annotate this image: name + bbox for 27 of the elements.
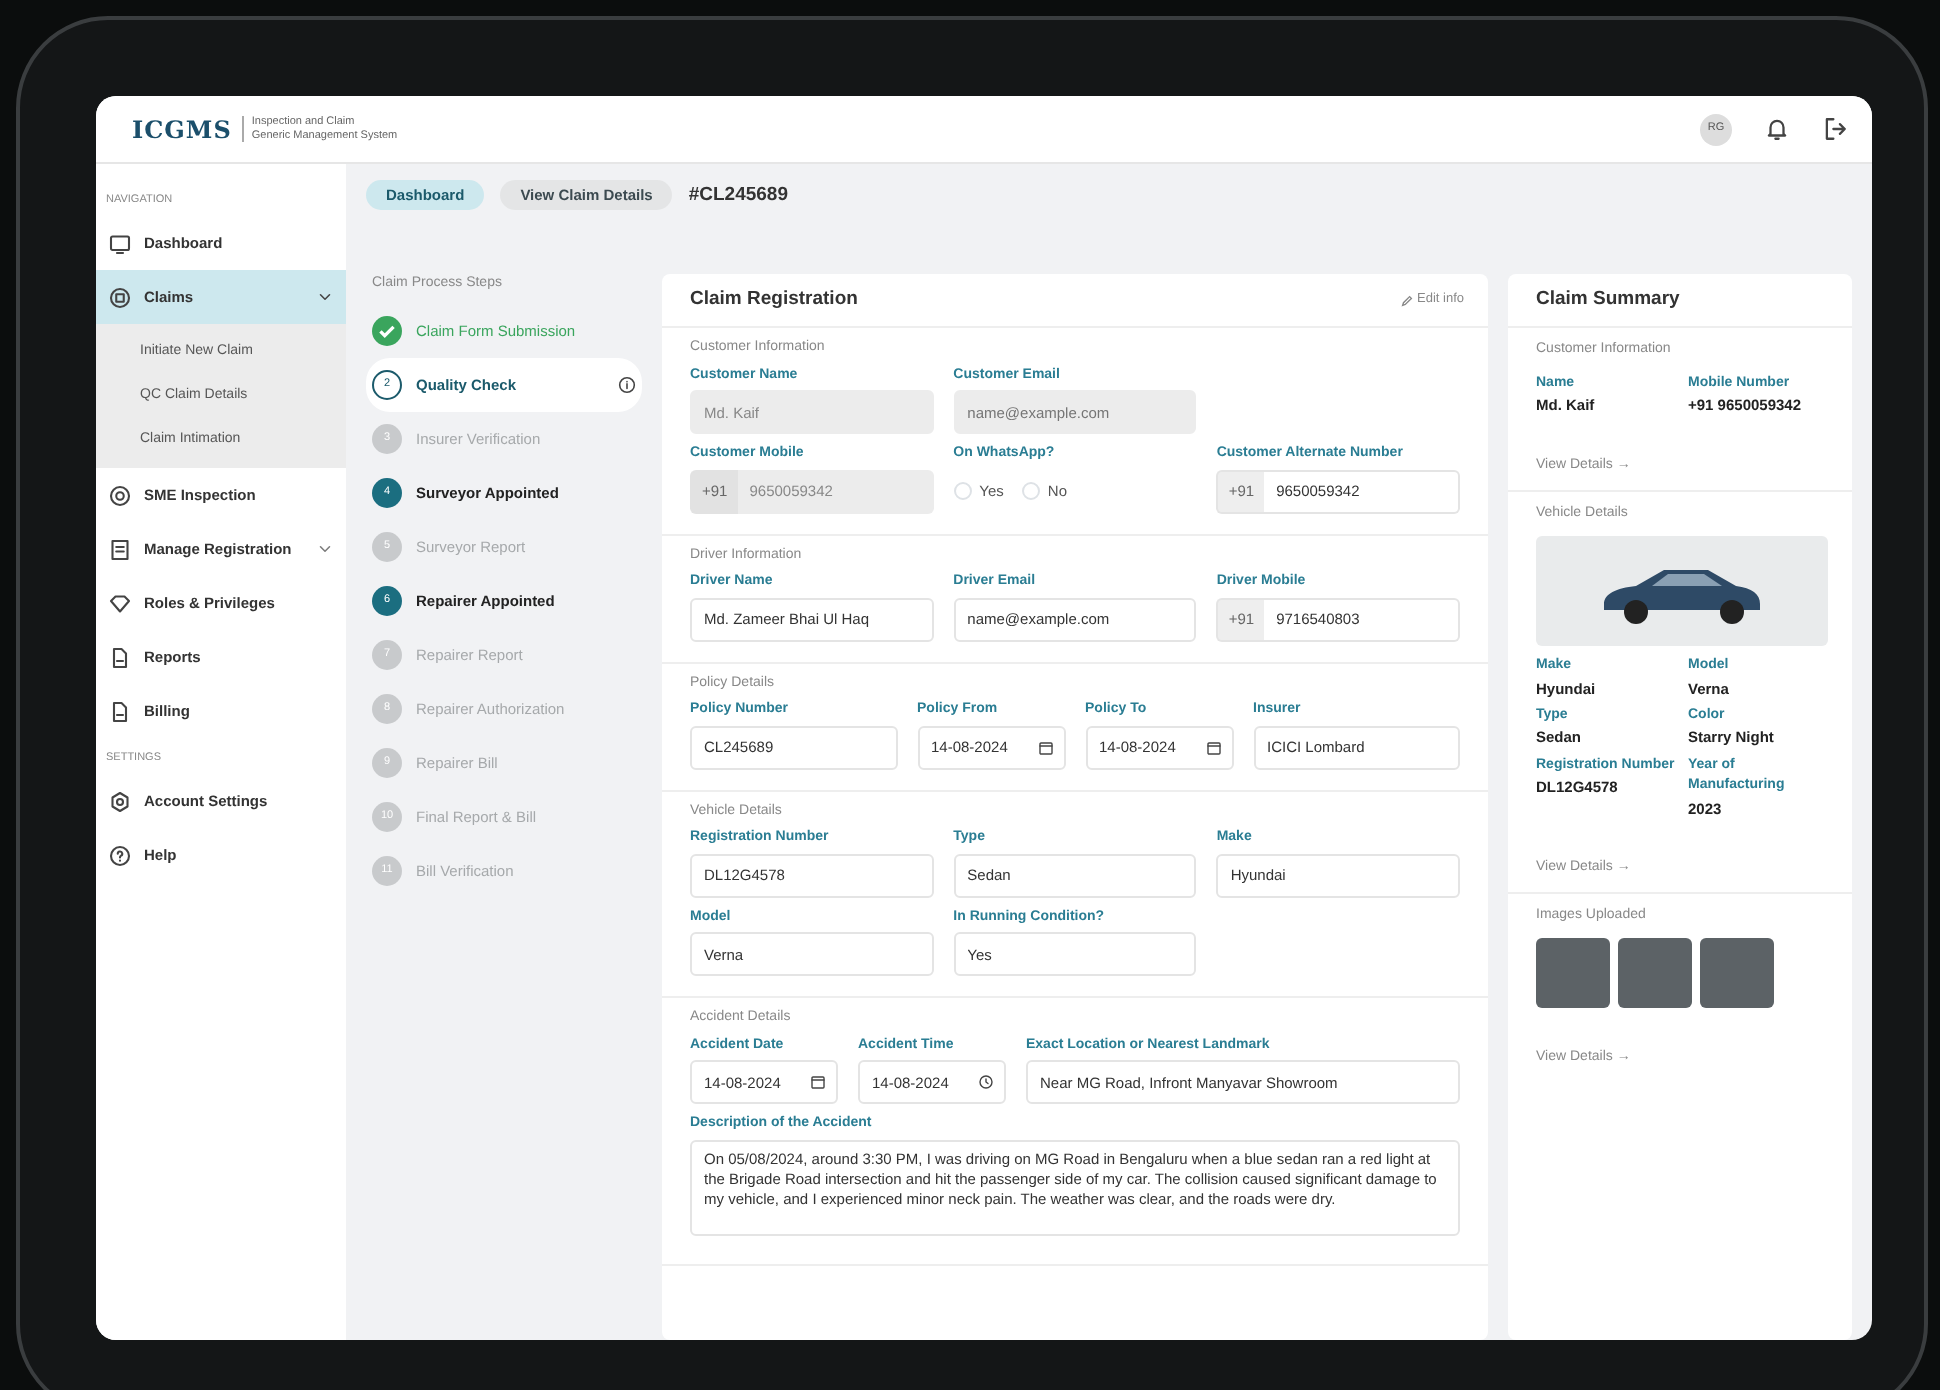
claims-icon xyxy=(108,285,132,310)
photo-placeholder[interactable] xyxy=(1618,938,1692,1009)
radio-button[interactable] xyxy=(1021,482,1040,501)
calendar-icon xyxy=(810,1074,826,1091)
help-icon xyxy=(108,844,132,868)
card-title: Claim Summary xyxy=(1536,286,1680,315)
check-icon xyxy=(372,315,402,346)
document-icon xyxy=(108,645,132,670)
notifications-icon[interactable] xyxy=(1764,116,1790,142)
info-icon xyxy=(618,375,636,394)
card-title: Claim Registration xyxy=(690,286,858,315)
clock-icon xyxy=(978,1074,994,1091)
radio-button[interactable] xyxy=(953,482,972,501)
gem-icon xyxy=(108,591,132,616)
inspection-icon xyxy=(108,483,132,508)
monitor-icon xyxy=(108,231,132,256)
calendar-icon xyxy=(1205,739,1221,756)
registration-icon xyxy=(108,537,132,562)
document-icon xyxy=(108,699,132,724)
app-logo: ICGMS xyxy=(132,113,232,147)
claim-id: #CL245689 xyxy=(688,181,788,209)
photo-placeholder[interactable] xyxy=(1700,938,1774,1009)
settings-icon xyxy=(108,790,132,814)
logout-icon[interactable] xyxy=(1822,116,1848,142)
photo-placeholder[interactable] xyxy=(1536,938,1610,1009)
calendar-icon xyxy=(1037,739,1053,756)
pencil-icon xyxy=(1399,293,1413,308)
